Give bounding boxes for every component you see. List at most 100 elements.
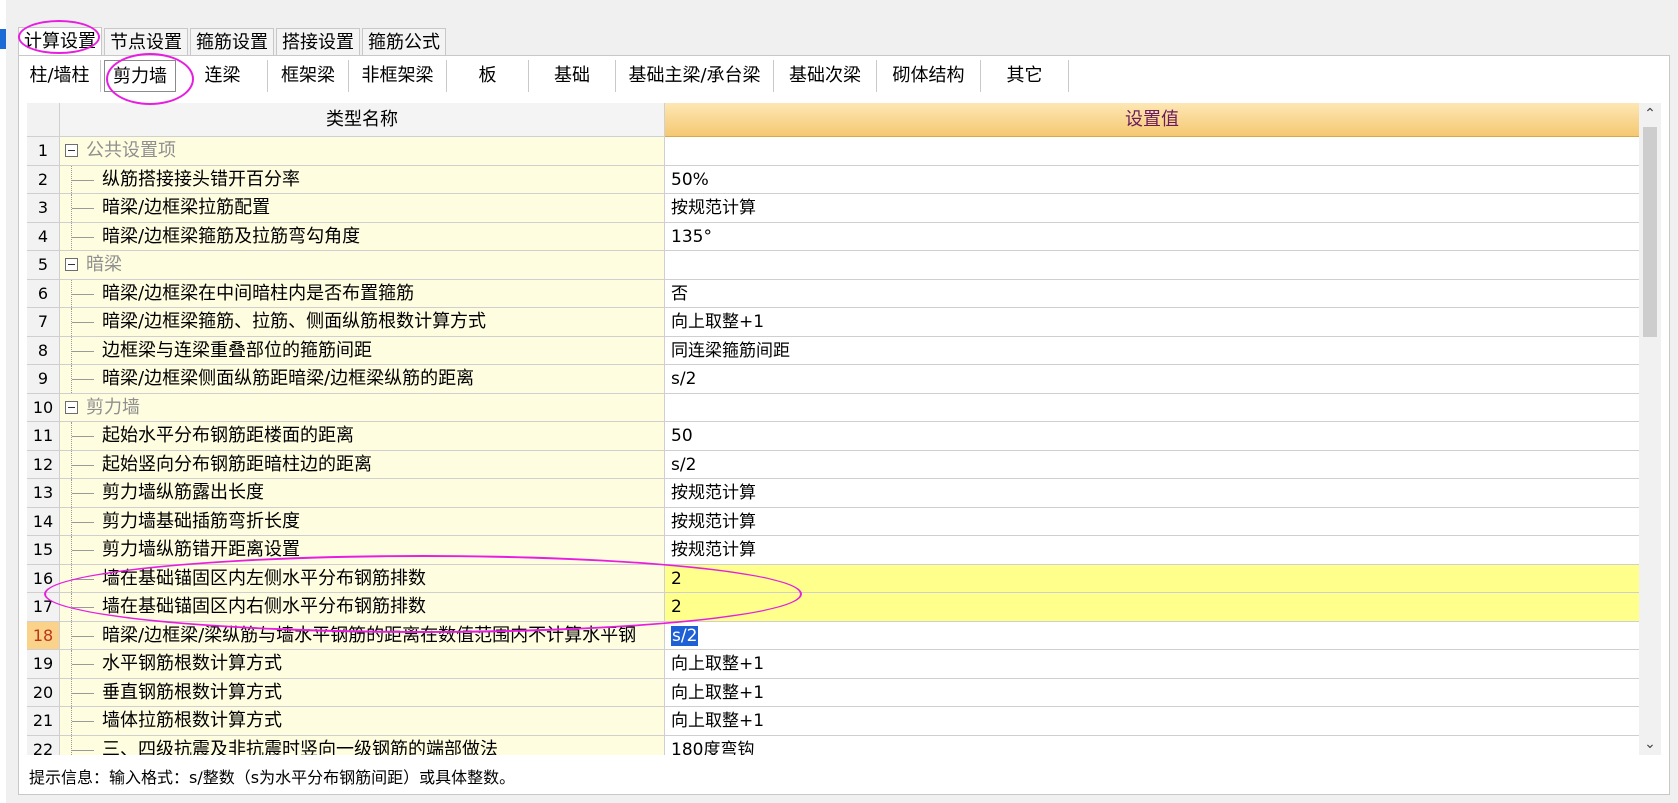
row-number[interactable]: 17 bbox=[27, 593, 60, 622]
table-row[interactable]: 2 纵筋搭接接头错开百分率 50% bbox=[27, 165, 1639, 194]
subtab-foundation-main-beam[interactable]: 基础主梁/承台梁 bbox=[616, 60, 774, 92]
setting-value-cell[interactable]: 向上取整+1 bbox=[665, 678, 1639, 707]
type-name-cell: 水平钢筋根数计算方式 bbox=[60, 650, 665, 679]
chevron-down-icon[interactable]: ⌄ bbox=[1639, 733, 1661, 755]
table-row[interactable]: 9 暗梁/边框梁侧面纵筋距暗梁/边框梁纵筋的距离 s/2 bbox=[27, 365, 1639, 394]
tab-lap-settings[interactable]: 搭接设置 bbox=[276, 28, 360, 55]
subtab-other[interactable]: 其它 bbox=[981, 60, 1069, 92]
row-number[interactable]: 19 bbox=[27, 650, 60, 679]
row-number[interactable]: 7 bbox=[27, 308, 60, 337]
row-number[interactable]: 8 bbox=[27, 336, 60, 365]
minus-box-icon[interactable] bbox=[65, 258, 78, 271]
subtab-nonframe-beam[interactable]: 非框架梁 bbox=[349, 60, 447, 92]
setting-value-cell[interactable]: 向上取整+1 bbox=[665, 650, 1639, 679]
type-name-cell: 三、四级抗震及非抗震时竖向一级钢筋的端部做法 bbox=[60, 735, 665, 755]
table-row[interactable]: 3 暗梁/边框梁拉筋配置 按规范计算 bbox=[27, 194, 1639, 223]
subtab-foundation[interactable]: 基础 bbox=[529, 60, 616, 92]
table-row[interactable]: 4 暗梁/边框梁箍筋及拉筋弯勾角度 135° bbox=[27, 222, 1639, 251]
type-name-cell: 墙在基础锚固区内右侧水平分布钢筋排数 bbox=[60, 593, 665, 622]
row-number[interactable]: 5 bbox=[27, 251, 60, 280]
setting-value-cell[interactable] bbox=[665, 393, 1639, 422]
table-row[interactable]: 14 剪力墙基础插筋弯折长度 按规范计算 bbox=[27, 507, 1639, 536]
table-row[interactable]: 20 垂直钢筋根数计算方式 向上取整+1 bbox=[27, 678, 1639, 707]
row-number[interactable]: 12 bbox=[27, 450, 60, 479]
chevron-up-icon[interactable]: ⌃ bbox=[1639, 103, 1661, 125]
row-number[interactable]: 14 bbox=[27, 507, 60, 536]
tab-node-settings[interactable]: 节点设置 bbox=[104, 28, 188, 55]
scrollbar-thumb[interactable] bbox=[1643, 127, 1657, 337]
table-row[interactable]: 16 墙在基础锚固区内左侧水平分布钢筋排数 2 bbox=[27, 564, 1639, 593]
setting-value-cell[interactable]: s/2 bbox=[665, 365, 1639, 394]
table-row[interactable]: 19 水平钢筋根数计算方式 向上取整+1 bbox=[27, 650, 1639, 679]
setting-value-cell[interactable]: s/2 bbox=[665, 621, 1639, 650]
setting-value-cell[interactable]: 向上取整+1 bbox=[665, 707, 1639, 736]
row-number[interactable]: 22 bbox=[27, 735, 60, 755]
minus-box-icon[interactable] bbox=[65, 400, 78, 414]
table-row[interactable]: 18 暗梁/边框梁/梁纵筋与墙水平钢筋的距离在数值范围内不计算水平钢 s/2 bbox=[27, 621, 1639, 650]
row-number[interactable]: 11 bbox=[27, 422, 60, 451]
table-row[interactable]: 15 剪力墙纵筋错开距离设置 按规范计算 bbox=[27, 536, 1639, 565]
header-type-name[interactable]: 类型名称 bbox=[60, 103, 665, 137]
subtab-frame-beam[interactable]: 框架梁 bbox=[268, 60, 349, 92]
group-row[interactable]: 5 暗梁 bbox=[27, 251, 1639, 280]
setting-value-cell[interactable]: 向上取整+1 bbox=[665, 308, 1639, 337]
table-row[interactable]: 13 剪力墙纵筋露出长度 按规范计算 bbox=[27, 479, 1639, 508]
setting-value-cell[interactable]: 2 bbox=[665, 564, 1639, 593]
table-row[interactable]: 7 暗梁/边框梁箍筋、拉筋、侧面纵筋根数计算方式 向上取整+1 bbox=[27, 308, 1639, 337]
group-row[interactable]: 1 公共设置项 bbox=[27, 137, 1639, 166]
row-number[interactable]: 2 bbox=[27, 165, 60, 194]
table-row[interactable]: 6 暗梁/边框梁在中间暗柱内是否布置箍筋 否 bbox=[27, 279, 1639, 308]
tab-stirrup-formula[interactable]: 箍筋公式 bbox=[362, 28, 446, 55]
row-number[interactable]: 21 bbox=[27, 707, 60, 736]
table-row[interactable]: 17 墙在基础锚固区内右侧水平分布钢筋排数 2 bbox=[27, 593, 1639, 622]
row-number[interactable]: 6 bbox=[27, 279, 60, 308]
setting-value-cell[interactable]: 按规范计算 bbox=[665, 507, 1639, 536]
setting-label: 边框梁与连梁重叠部位的箍筋间距 bbox=[102, 339, 372, 361]
subtab-coupling-beam[interactable]: 连梁 bbox=[178, 60, 268, 92]
table-row[interactable]: 8 边框梁与连梁重叠部位的箍筋间距 同连梁箍筋间距 bbox=[27, 336, 1639, 365]
table-row[interactable]: 12 起始竖向分布钢筋距暗柱边的距离 s/2 bbox=[27, 450, 1639, 479]
setting-value-cell[interactable]: 50 bbox=[665, 422, 1639, 451]
tab-calc-settings[interactable]: 计算设置 bbox=[18, 27, 102, 56]
row-number[interactable]: 15 bbox=[27, 536, 60, 565]
setting-value-cell[interactable]: 50% bbox=[665, 165, 1639, 194]
setting-value-text: 向上取整+1 bbox=[671, 654, 765, 674]
row-number[interactable]: 13 bbox=[27, 479, 60, 508]
setting-value-cell[interactable]: 同连梁箍筋间距 bbox=[665, 336, 1639, 365]
table-row[interactable]: 11 起始水平分布钢筋距楼面的距离 50 bbox=[27, 422, 1639, 451]
subtab-slab[interactable]: 板 bbox=[447, 60, 529, 92]
row-number[interactable]: 20 bbox=[27, 678, 60, 707]
setting-value-text: 同连梁箍筋间距 bbox=[671, 340, 790, 361]
setting-value-cell[interactable]: 否 bbox=[665, 279, 1639, 308]
setting-value-text: 向上取整+1 bbox=[671, 682, 765, 703]
setting-value-cell[interactable]: 2 bbox=[665, 593, 1639, 622]
setting-value-cell[interactable]: s/2 bbox=[665, 450, 1639, 479]
vertical-scrollbar[interactable]: ⌃ ⌄ bbox=[1639, 103, 1661, 755]
header-setting-value[interactable]: 设置值 bbox=[665, 103, 1639, 137]
setting-value-text: 180度弯钩 bbox=[671, 739, 755, 756]
group-row[interactable]: 10 剪力墙 bbox=[27, 393, 1639, 422]
setting-value-cell[interactable]: 135° bbox=[665, 222, 1639, 251]
subtab-masonry[interactable]: 砌体结构 bbox=[877, 60, 981, 92]
table-row[interactable]: 22 三、四级抗震及非抗震时竖向一级钢筋的端部做法 180度弯钩 bbox=[27, 735, 1639, 756]
setting-value-cell[interactable]: 180度弯钩 bbox=[665, 735, 1639, 756]
row-number[interactable]: 10 bbox=[27, 393, 60, 422]
tab-stirrup-settings[interactable]: 箍筋设置 bbox=[190, 28, 274, 55]
minus-box-icon[interactable] bbox=[65, 144, 78, 157]
setting-value-cell[interactable] bbox=[665, 251, 1639, 280]
subtab-shear-wall[interactable]: 剪力墙 bbox=[104, 60, 176, 92]
row-number[interactable]: 9 bbox=[27, 365, 60, 394]
row-number[interactable]: 16 bbox=[27, 564, 60, 593]
table-row[interactable]: 21 墙体拉筋根数计算方式 向上取整+1 bbox=[27, 707, 1639, 736]
setting-value-cell[interactable]: 按规范计算 bbox=[665, 536, 1639, 565]
subtab-foundation-secondary-beam[interactable]: 基础次梁 bbox=[774, 60, 877, 92]
subtab-column[interactable]: 柱/墙柱 bbox=[19, 60, 101, 92]
setting-value-cell[interactable]: 按规范计算 bbox=[665, 194, 1639, 223]
setting-value-cell[interactable]: 按规范计算 bbox=[665, 479, 1639, 508]
setting-value-cell[interactable] bbox=[665, 137, 1639, 166]
row-number[interactable]: 1 bbox=[27, 137, 60, 166]
setting-label: 暗梁/边框梁拉筋配置 bbox=[102, 197, 271, 218]
row-number[interactable]: 3 bbox=[27, 194, 60, 223]
row-number[interactable]: 18 bbox=[27, 621, 60, 650]
row-number[interactable]: 4 bbox=[27, 222, 60, 251]
